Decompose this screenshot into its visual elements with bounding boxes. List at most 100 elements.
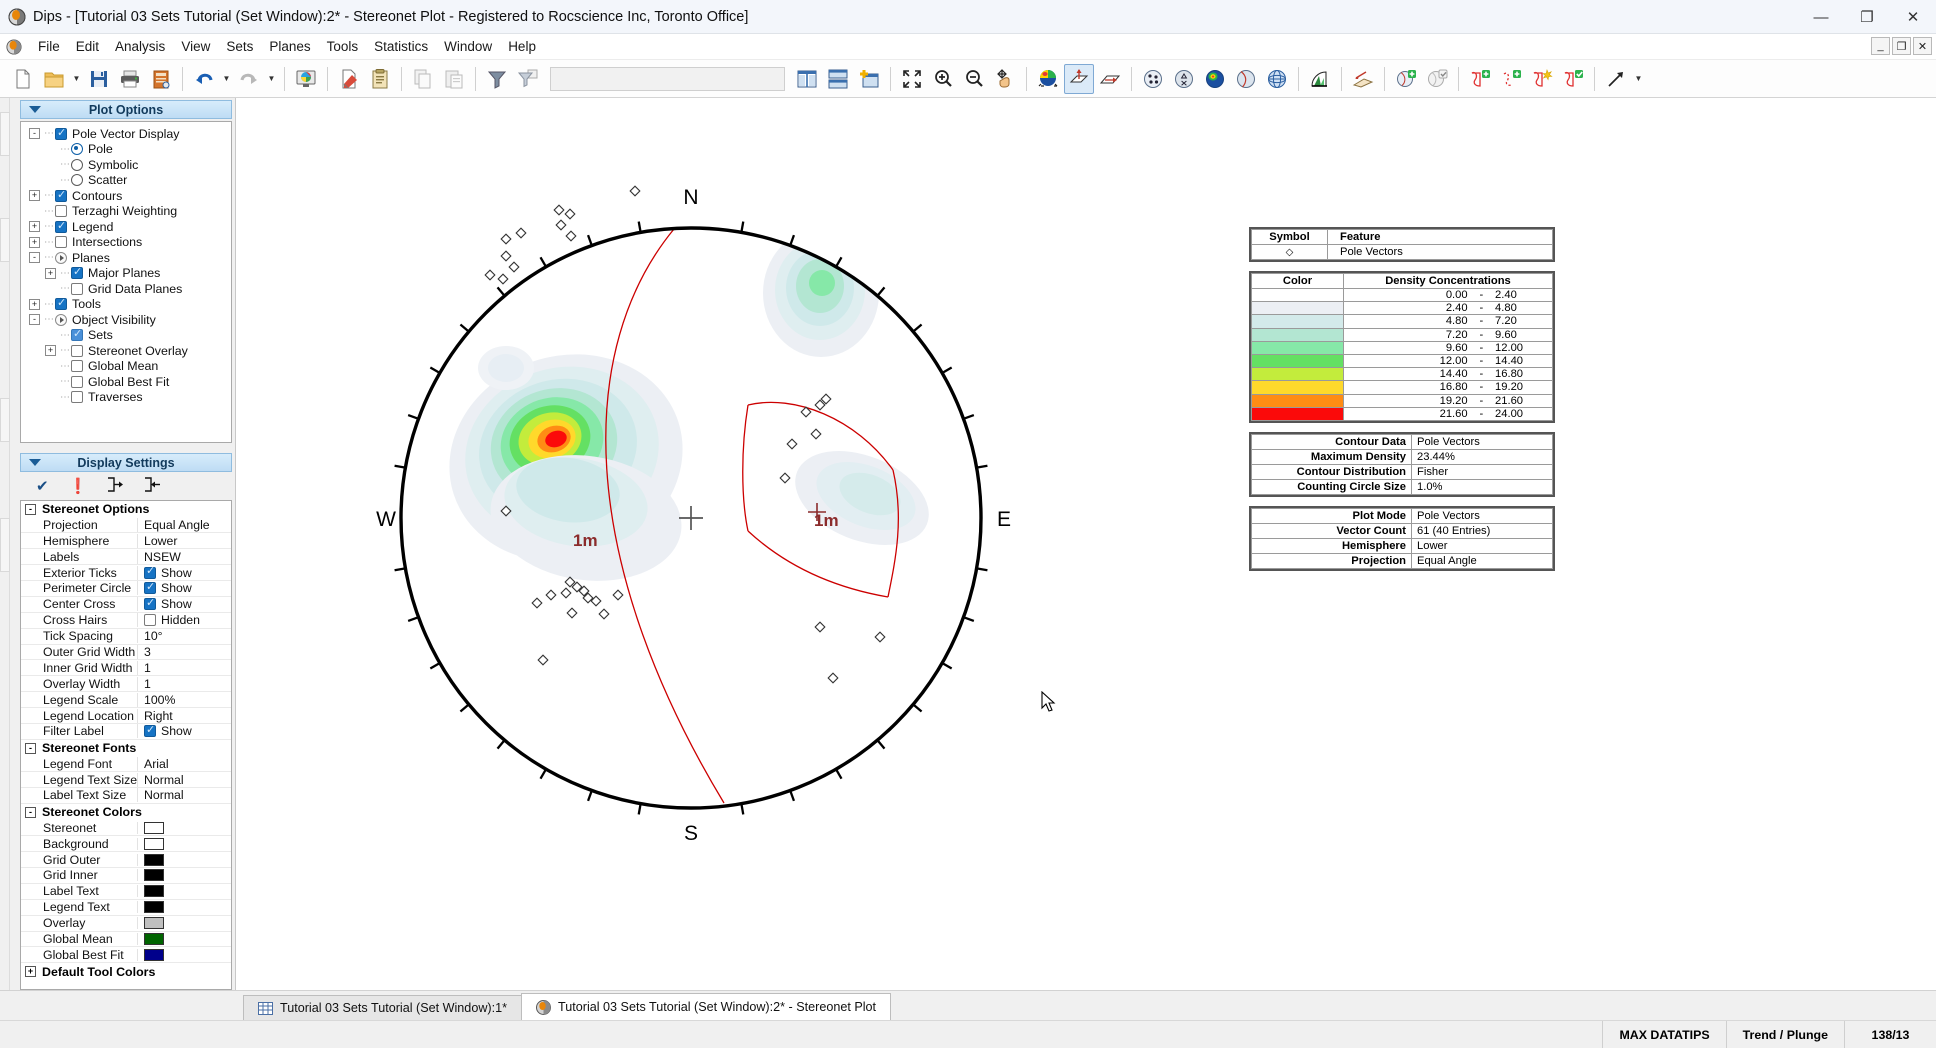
- property-row-grid-inner[interactable]: Grid Inner: [21, 868, 231, 884]
- document-tab[interactable]: Tutorial 03 Sets Tutorial (Set Window):1…: [243, 995, 522, 1020]
- property-group-stereonet-options[interactable]: -Stereonet Options: [21, 501, 231, 517]
- checkbox[interactable]: [144, 614, 156, 626]
- color-swatch[interactable]: [144, 885, 164, 897]
- new-window-button[interactable]: [854, 64, 884, 94]
- tree-item-stereonet-overlay[interactable]: +⋯Stereonet Overlay: [23, 343, 229, 359]
- mdi-minimize-button[interactable]: _: [1871, 37, 1890, 55]
- color-swatch[interactable]: [144, 854, 164, 866]
- plane-mode-button[interactable]: [1095, 64, 1125, 94]
- menu-item-analysis[interactable]: Analysis: [107, 37, 173, 56]
- export-icon[interactable]: [107, 477, 124, 496]
- property-group-stereonet-fonts[interactable]: -Stereonet Fonts: [21, 740, 231, 756]
- checkbox[interactable]: [55, 205, 67, 217]
- tree-expander[interactable]: -: [29, 128, 40, 139]
- apply-check-icon[interactable]: ✔: [36, 477, 49, 495]
- display-settings-table[interactable]: -Stereonet OptionsProjectionEqual AngleH…: [20, 500, 232, 990]
- property-row-overlay-width[interactable]: Overlay Width1: [21, 676, 231, 692]
- group-expander[interactable]: -: [25, 807, 36, 818]
- scatter-plot-button[interactable]: [1138, 64, 1168, 94]
- clipboard-button[interactable]: [365, 64, 395, 94]
- tree-item-sets[interactable]: ⋯Sets: [23, 328, 229, 344]
- display-settings-button[interactable]: [291, 64, 321, 94]
- property-row-global-best-fit[interactable]: Global Best Fit: [21, 947, 231, 963]
- color-swatch[interactable]: [144, 822, 164, 834]
- property-row-cross-hairs[interactable]: Cross HairsHidden: [21, 613, 231, 629]
- menu-item-planes[interactable]: Planes: [261, 37, 318, 56]
- split-horizontal-button[interactable]: [823, 64, 853, 94]
- checkbox[interactable]: [71, 283, 83, 295]
- property-row-legend-font[interactable]: Legend FontArial: [21, 756, 231, 772]
- menu-item-file[interactable]: File: [30, 37, 68, 56]
- display-settings-header[interactable]: Display Settings: [20, 453, 232, 472]
- filter-table-button[interactable]: [513, 64, 543, 94]
- property-row-overlay[interactable]: Overlay: [21, 916, 231, 932]
- menu-item-view[interactable]: View: [173, 37, 218, 56]
- tree-expander[interactable]: +: [29, 190, 40, 201]
- new-file-button[interactable]: [8, 64, 38, 94]
- split-vertical-button[interactable]: [792, 64, 822, 94]
- property-row-outer-grid-width[interactable]: Outer Grid Width3: [21, 645, 231, 661]
- color-swatch[interactable]: [144, 933, 164, 945]
- property-row-legend-location[interactable]: Legend LocationRight: [21, 708, 231, 724]
- mdi-restore-button[interactable]: ❐: [1892, 37, 1911, 55]
- zoom-all-button[interactable]: [897, 64, 927, 94]
- paste-button[interactable]: [439, 64, 469, 94]
- menu-item-window[interactable]: Window: [436, 37, 500, 56]
- tree-item-major-planes[interactable]: +⋯Major Planes: [23, 266, 229, 282]
- tree-expander[interactable]: -: [29, 252, 40, 263]
- copy-button[interactable]: [408, 64, 438, 94]
- tree-item-planes[interactable]: -⋯Planes: [23, 250, 229, 266]
- open-dropdown-icon[interactable]: ▼: [70, 64, 83, 94]
- report-button[interactable]: [146, 64, 176, 94]
- undo-button[interactable]: [189, 64, 219, 94]
- redo-dropdown-icon[interactable]: ▼: [265, 64, 278, 94]
- add-freeform-window-button[interactable]: [1496, 64, 1526, 94]
- menu-item-edit[interactable]: Edit: [68, 37, 107, 56]
- maximize-button[interactable]: ❐: [1844, 0, 1890, 34]
- checkbox[interactable]: [144, 725, 156, 737]
- contour-plot-button[interactable]: [1200, 64, 1230, 94]
- tree-expander[interactable]: +: [45, 268, 56, 279]
- property-row-projection[interactable]: ProjectionEqual Angle: [21, 517, 231, 533]
- open-folder-button[interactable]: [39, 64, 69, 94]
- tree-item-intersections[interactable]: +⋯Intersections: [23, 235, 229, 251]
- stereonet-plot-canvas[interactable]: N S E W 1m 1m Symbol Feature: [236, 98, 1936, 990]
- property-row-hemisphere[interactable]: HemisphereLower: [21, 533, 231, 549]
- tree-item-symbolic[interactable]: ⋯Symbolic: [23, 157, 229, 173]
- mdi-close-button[interactable]: ✕: [1913, 37, 1932, 55]
- color-swatch[interactable]: [144, 838, 164, 850]
- import-icon[interactable]: [144, 477, 161, 496]
- property-group-default-tool-colors[interactable]: +Default Tool Colors: [21, 963, 231, 979]
- plot-options-header[interactable]: Plot Options: [20, 100, 232, 119]
- zoom-in-button[interactable]: [928, 64, 958, 94]
- vertical-tab-1[interactable]: [0, 112, 10, 156]
- tree-item-legend[interactable]: +⋯Legend: [23, 219, 229, 235]
- 3d-globe-button[interactable]: [1262, 64, 1292, 94]
- checkbox[interactable]: [55, 190, 67, 202]
- property-row-label-text[interactable]: Label Text: [21, 884, 231, 900]
- property-row-legend-text[interactable]: Legend Text: [21, 900, 231, 916]
- arrow-dropdown-icon[interactable]: ▼: [1632, 64, 1645, 94]
- vertical-tab-4[interactable]: [0, 518, 10, 572]
- color-swatch[interactable]: [144, 917, 164, 929]
- property-group-stereonet-colors[interactable]: -Stereonet Colors: [21, 804, 231, 820]
- property-row-stereonet[interactable]: Stereonet: [21, 820, 231, 836]
- tree-item-pole[interactable]: ⋯Pole: [23, 142, 229, 158]
- save-button[interactable]: [84, 64, 114, 94]
- property-row-legend-scale[interactable]: Legend Scale100%: [21, 692, 231, 708]
- property-row-tick-spacing[interactable]: Tick Spacing10°: [21, 629, 231, 645]
- property-row-labels[interactable]: LabelsNSEW: [21, 549, 231, 565]
- tree-item-object-visibility[interactable]: -⋯Object Visibility: [23, 312, 229, 328]
- edit-document-button[interactable]: [334, 64, 364, 94]
- pan-button[interactable]: [990, 64, 1020, 94]
- property-row-global-mean[interactable]: Global Mean: [21, 932, 231, 948]
- group-expander[interactable]: -: [25, 743, 36, 754]
- add-plane-button[interactable]: [1391, 64, 1421, 94]
- checkbox[interactable]: [55, 236, 67, 248]
- checkbox[interactable]: [55, 221, 67, 233]
- edit-plane-button[interactable]: [1422, 64, 1452, 94]
- property-row-background[interactable]: Background: [21, 836, 231, 852]
- print-button[interactable]: [115, 64, 145, 94]
- property-row-grid-outer[interactable]: Grid Outer: [21, 852, 231, 868]
- color-swatch[interactable]: [144, 949, 164, 961]
